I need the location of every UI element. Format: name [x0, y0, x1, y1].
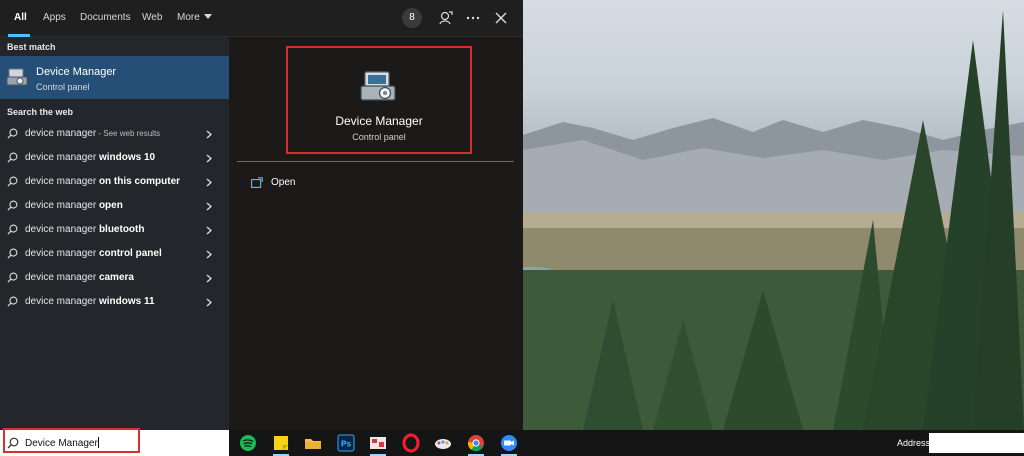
start-search-panel: All Apps Documents Web More 8 Best match…	[0, 0, 523, 430]
paint-icon[interactable]	[433, 433, 453, 453]
search-icon	[7, 272, 18, 283]
web-result-item[interactable]: device manager windows 10	[0, 146, 229, 170]
web-result-suffix: - See web results	[96, 129, 161, 138]
feedback-icon[interactable]	[438, 10, 454, 26]
chrome-icon[interactable]	[466, 433, 486, 453]
search-icon	[7, 296, 18, 307]
web-result-item[interactable]: device manager - See web results	[0, 122, 229, 146]
chevron-right-icon	[206, 154, 212, 163]
close-icon[interactable]	[493, 10, 509, 26]
address-label: Address	[897, 438, 931, 448]
photoshop-icon[interactable]: Ps	[336, 433, 356, 453]
file-explorer-icon[interactable]	[303, 433, 323, 453]
best-match-title: Device Manager	[36, 66, 117, 78]
search-icon	[7, 152, 18, 163]
tab-all[interactable]: All	[14, 12, 27, 23]
web-result-bold: control panel	[98, 248, 162, 259]
web-result-item[interactable]: device manager on this computer	[0, 170, 229, 194]
search-icon	[7, 176, 18, 187]
web-result-bold: camera	[98, 272, 134, 283]
open-label: Open	[271, 177, 296, 188]
device-manager-icon	[360, 71, 396, 101]
chevron-right-icon	[206, 298, 212, 307]
chevron-right-icon	[206, 130, 212, 139]
search-tabs-bar: All Apps Documents Web More 8	[0, 0, 523, 37]
web-result-bold: windows 10	[98, 152, 156, 163]
divider	[237, 161, 514, 162]
search-highlight-box	[3, 428, 140, 453]
preview-subtitle: Control panel	[352, 132, 406, 142]
web-result-item[interactable]: device manager control panel	[0, 242, 229, 266]
search-icon	[7, 128, 18, 139]
svg-text:Ps: Ps	[341, 440, 352, 449]
web-result-prefix: device manager	[25, 272, 99, 283]
tab-more[interactable]: More	[177, 12, 212, 23]
chevron-right-icon	[206, 202, 212, 211]
spotify-icon[interactable]	[238, 433, 258, 453]
web-result-prefix: device manager	[25, 128, 97, 139]
preview-pane: Device Manager Control panel Open	[229, 37, 523, 430]
web-result-prefix: device manager	[25, 176, 99, 187]
best-match-heading: Best match	[7, 42, 56, 52]
sticky-notes-icon[interactable]	[271, 433, 291, 453]
chevron-right-icon	[206, 250, 212, 259]
best-match-item[interactable]: Device Manager Control panel	[0, 56, 229, 99]
preview-title: Device Manager	[335, 114, 423, 128]
snipping-tool-icon[interactable]	[368, 433, 388, 453]
desktop-wallpaper	[523, 0, 1024, 430]
tab-more-label: More	[177, 12, 200, 23]
web-result-item[interactable]: device manager open	[0, 194, 229, 218]
chevron-right-icon	[206, 274, 212, 283]
web-result-item[interactable]: device manager bluetooth	[0, 218, 229, 242]
search-icon	[7, 248, 18, 259]
results-list: Best match Device Manager Control panel …	[0, 37, 229, 430]
web-result-prefix: device manager	[25, 152, 99, 163]
chevron-right-icon	[206, 226, 212, 235]
web-result-bold: windows 11	[98, 296, 155, 307]
web-result-prefix: device manager	[25, 248, 99, 259]
web-result-prefix: device manager	[25, 200, 99, 211]
chevron-down-icon	[203, 14, 212, 19]
web-result-bold: bluetooth	[98, 224, 145, 235]
best-match-subtitle: Control panel	[36, 82, 90, 92]
more-options-icon[interactable]	[465, 10, 481, 26]
zoom-icon[interactable]	[499, 433, 519, 453]
taskbar: Device Manager Ps Address	[0, 430, 1024, 456]
search-icon	[7, 224, 18, 235]
web-result-item[interactable]: device manager windows 11	[0, 290, 229, 314]
device-manager-icon	[6, 68, 28, 86]
open-window-icon	[251, 177, 263, 188]
chevron-right-icon	[206, 178, 212, 187]
search-web-heading: Search the web	[7, 107, 74, 117]
tab-documents[interactable]: Documents	[80, 12, 131, 23]
preview-card[interactable]: Device Manager Control panel	[286, 46, 472, 154]
rewards-badge[interactable]: 8	[402, 8, 422, 28]
address-input[interactable]	[929, 433, 1024, 453]
web-result-prefix: device manager	[25, 224, 99, 235]
web-result-bold: open	[98, 200, 123, 211]
tab-apps[interactable]: Apps	[43, 12, 66, 23]
web-result-item[interactable]: device manager camera	[0, 266, 229, 290]
tab-web[interactable]: Web	[142, 12, 162, 23]
web-result-bold: on this computer	[98, 176, 181, 187]
opera-icon[interactable]	[401, 433, 421, 453]
search-icon	[7, 200, 18, 211]
web-result-prefix: device manager	[25, 296, 99, 307]
